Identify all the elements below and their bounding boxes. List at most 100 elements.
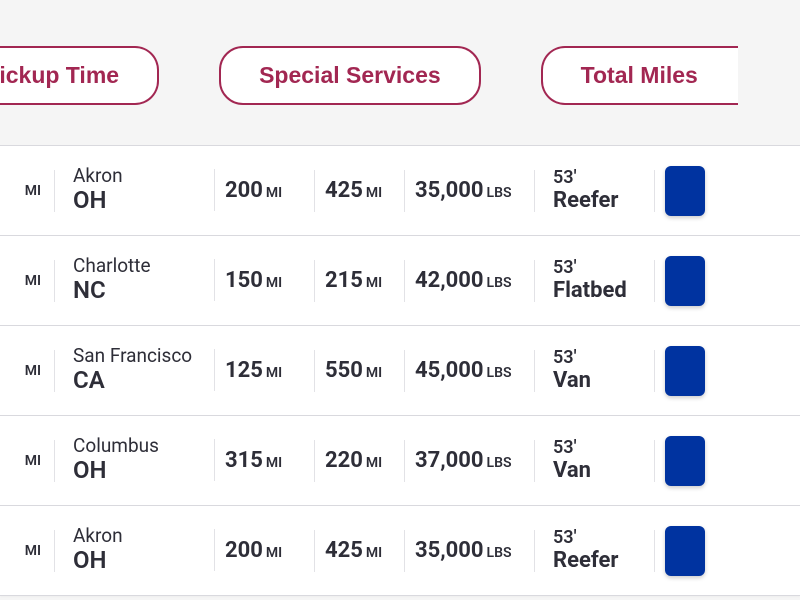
miles-2-cell: 220MI: [315, 448, 405, 473]
city-label: Columbus: [73, 436, 205, 457]
miles-2-cell: 215MI: [315, 268, 405, 293]
weight-cell: 35,000LBS: [405, 178, 535, 203]
trailer-type: Reefer: [553, 188, 645, 213]
mi-unit: MI: [366, 185, 382, 201]
trailer-length: 53': [553, 438, 645, 458]
trailer-cell: 53' Flatbed: [535, 258, 655, 303]
mi-unit: MI: [25, 273, 41, 289]
mi-unit: MI: [25, 453, 41, 469]
miles-1-cell: 200MI: [215, 538, 315, 563]
action-cell: [655, 346, 800, 396]
lead-miles-cell: MI: [0, 363, 55, 379]
trailer-length: 53': [553, 528, 645, 548]
filter-special-services[interactable]: Special Services: [219, 46, 481, 105]
mi-unit: MI: [266, 275, 282, 291]
weight-value: 35,000: [415, 538, 484, 563]
miles-2-value: 220: [325, 448, 363, 473]
miles-2-cell: 550MI: [315, 358, 405, 383]
mi-unit: MI: [266, 545, 282, 561]
miles-1-value: 150: [225, 268, 263, 293]
trailer-cell: 53' Reefer: [535, 528, 655, 573]
destination-cell: Charlotte NC: [55, 256, 215, 304]
trailer-type: Flatbed: [553, 278, 645, 303]
trailer-cell: 53' Van: [535, 438, 655, 483]
table-row: MI Charlotte NC 150MI 215MI 42,000LBS 53…: [0, 236, 800, 326]
table-row: MI San Francisco CA 125MI 550MI 45,000LB…: [0, 326, 800, 416]
lead-miles-cell: MI: [0, 273, 55, 289]
state-label: CA: [73, 367, 205, 395]
mi-unit: MI: [25, 363, 41, 379]
destination-cell: Columbus OH: [55, 436, 215, 484]
weight-value: 35,000: [415, 178, 484, 203]
trailer-cell: 53' Reefer: [535, 168, 655, 213]
miles-1-cell: 315MI: [215, 448, 315, 473]
city-label: Akron: [73, 166, 205, 187]
miles-1-value: 125: [225, 358, 263, 383]
weight-cell: 42,000LBS: [405, 268, 535, 293]
lbs-unit: LBS: [487, 185, 512, 201]
mi-unit: MI: [366, 545, 382, 561]
mi-unit: MI: [366, 455, 382, 471]
lead-miles-cell: MI: [0, 453, 55, 469]
weight-value: 45,000: [415, 358, 484, 383]
miles-1-value: 315: [225, 448, 263, 473]
trailer-length: 53': [553, 168, 645, 188]
action-cell: [655, 166, 800, 216]
mi-unit: MI: [366, 365, 382, 381]
weight-cell: 37,000LBS: [405, 448, 535, 473]
miles-1-value: 200: [225, 538, 263, 563]
weight-cell: 45,000LBS: [405, 358, 535, 383]
city-label: Akron: [73, 526, 205, 547]
mi-unit: MI: [266, 365, 282, 381]
weight-value: 37,000: [415, 448, 484, 473]
action-button[interactable]: [665, 346, 705, 396]
trailer-type: Reefer: [553, 548, 645, 573]
mi-unit: MI: [25, 543, 41, 559]
miles-2-value: 425: [325, 178, 363, 203]
action-cell: [655, 526, 800, 576]
city-label: San Francisco: [73, 346, 205, 367]
trailer-cell: 53' Van: [535, 348, 655, 393]
miles-1-cell: 200MI: [215, 178, 315, 203]
mi-unit: MI: [366, 275, 382, 291]
weight-value: 42,000: [415, 268, 484, 293]
miles-1-cell: 150MI: [215, 268, 315, 293]
miles-2-cell: 425MI: [315, 538, 405, 563]
trailer-length: 53': [553, 258, 645, 278]
action-cell: [655, 436, 800, 486]
state-label: OH: [73, 547, 205, 575]
lbs-unit: LBS: [487, 365, 512, 381]
filter-total-miles[interactable]: Total Miles: [541, 46, 738, 105]
miles-2-value: 550: [325, 358, 363, 383]
city-label: Charlotte: [73, 256, 205, 277]
miles-2-value: 425: [325, 538, 363, 563]
trailer-length: 53': [553, 348, 645, 368]
weight-cell: 35,000LBS: [405, 538, 535, 563]
miles-1-cell: 125MI: [215, 358, 315, 383]
mi-unit: MI: [266, 185, 282, 201]
action-button[interactable]: [665, 526, 705, 576]
table-row: MI Akron OH 200MI 425MI 35,000LBS 53' Re…: [0, 146, 800, 236]
action-button[interactable]: [665, 166, 705, 216]
lead-miles-cell: MI: [0, 543, 55, 559]
filter-bar: Pickup Time Special Services Total Miles: [0, 0, 800, 145]
trailer-type: Van: [553, 368, 645, 393]
mi-unit: MI: [266, 455, 282, 471]
lead-miles-cell: MI: [0, 183, 55, 199]
lbs-unit: LBS: [487, 545, 512, 561]
miles-1-value: 200: [225, 178, 263, 203]
lbs-unit: LBS: [487, 455, 512, 471]
lbs-unit: LBS: [487, 275, 512, 291]
state-label: NC: [73, 277, 205, 305]
miles-2-value: 215: [325, 268, 363, 293]
action-button[interactable]: [665, 436, 705, 486]
miles-2-cell: 425MI: [315, 178, 405, 203]
destination-cell: San Francisco CA: [55, 346, 215, 394]
action-cell: [655, 256, 800, 306]
mi-unit: MI: [25, 183, 41, 199]
action-button[interactable]: [665, 256, 705, 306]
load-table: MI Akron OH 200MI 425MI 35,000LBS 53' Re…: [0, 145, 800, 596]
trailer-type: Van: [553, 458, 645, 483]
table-row: MI Columbus OH 315MI 220MI 37,000LBS 53'…: [0, 416, 800, 506]
filter-pickup-time[interactable]: Pickup Time: [0, 46, 159, 105]
